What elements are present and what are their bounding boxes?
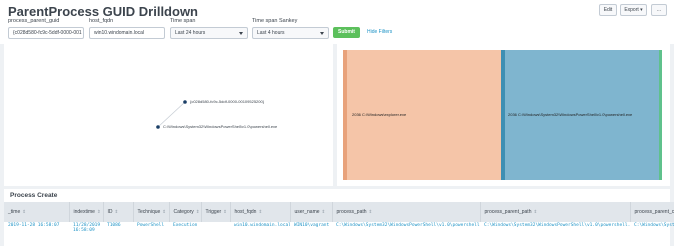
edit-button[interactable]: Edit xyxy=(599,4,617,16)
host-input[interactable]: win10.windomain.local xyxy=(89,27,165,39)
sort-icon: ⇕ xyxy=(114,209,119,214)
table-cell[interactable]: 11/28/2019 16:58:09 xyxy=(69,222,103,242)
table-cell[interactable]: 2019-11-28 16:58:07 xyxy=(4,222,69,242)
submit-button[interactable]: Submit xyxy=(333,27,360,38)
sort-icon: ⇕ xyxy=(162,209,167,214)
table-cell[interactable]: win10.windomain.local xyxy=(230,222,290,242)
column-header[interactable]: process_path ⇕ xyxy=(332,202,481,222)
graph-node-guid xyxy=(183,100,187,104)
dashboard-header: ParentProcess GUID Drilldown Edit Export… xyxy=(0,0,674,44)
timespan-value: Last 24 hours xyxy=(175,30,206,36)
sankey-target-label: 2036 C:\Windows\System32\WindowsPowerShe… xyxy=(508,112,633,117)
graph-node-guid-label: {c028d580-fc9c-5ddf-0000-00109525200} xyxy=(190,99,265,104)
column-header[interactable]: Category ⇕ xyxy=(169,202,202,222)
chevron-down-icon: ▾ xyxy=(640,7,643,13)
table-cell[interactable]: Execution xyxy=(169,222,201,242)
sankey-edge-bar xyxy=(659,50,662,180)
sort-icon: ⇕ xyxy=(96,209,101,214)
sort-icon: ⇕ xyxy=(195,209,200,214)
column-header[interactable]: host_fqdn ⇕ xyxy=(230,202,291,222)
column-header[interactable]: _time ⇕ xyxy=(4,202,70,222)
process-graph[interactable] xyxy=(4,44,333,186)
column-header[interactable]: user_name ⇕ xyxy=(290,202,333,222)
table-cell[interactable] xyxy=(201,222,230,242)
column-header[interactable]: process_parent_comm xyxy=(630,202,674,222)
chevron-down-icon xyxy=(239,32,243,35)
guid-label: process_parent_guid xyxy=(8,18,60,24)
sort-icon: ⇕ xyxy=(533,209,538,214)
column-header[interactable]: ID ⇕ xyxy=(103,202,134,222)
table-cell[interactable]: C:\Windows\System32\WindowsPowerShell\v1… xyxy=(332,222,480,242)
process-graph-panel: {c028d580-fc9c-5ddf-0000-00109525200} C:… xyxy=(4,44,333,186)
sort-icon: ⇕ xyxy=(258,209,263,214)
sankey-source-node xyxy=(343,50,347,180)
table-row[interactable]: 2019-11-28 16:58:07 11/28/2019 16:58:09 … xyxy=(4,222,674,242)
table-cell[interactable]: C:\Windows\System32\Win xyxy=(630,222,674,242)
sankey-target-node xyxy=(501,50,505,180)
dashboard-body: {c028d580-fc9c-5ddf-0000-00109525200} C:… xyxy=(0,44,674,246)
column-header[interactable]: indextime ⇕ xyxy=(69,202,104,222)
timespan-select[interactable]: Last 24 hours xyxy=(170,27,248,39)
process-create-table: _time ⇕ indextime ⇕ ID ⇕ Technique ⇕ Categor… xyxy=(4,202,674,242)
sankey-timespan-label: Time span Sankey xyxy=(252,18,298,24)
column-header[interactable]: Technique ⇕ xyxy=(133,202,170,222)
process-create-panel: Process Create _time ⇕ indextime ⇕ ID ⇕ Tec… xyxy=(4,189,674,246)
timespan-label: Time span xyxy=(170,18,196,24)
sort-icon: ⇕ xyxy=(223,209,227,214)
graph-node-powershell-label: C:\Windows\System32\WindowsPowerShell\v1… xyxy=(163,124,278,129)
panel-title: Process Create xyxy=(10,192,58,199)
sort-icon: ⇕ xyxy=(22,209,27,214)
column-header[interactable]: Trigger ⇕ xyxy=(201,202,231,222)
sankey-timespan-value: Last 4 hours xyxy=(257,30,285,36)
table-cell[interactable]: T1086 xyxy=(103,222,133,242)
sankey-source-label: 2036 C:\Windows\explorer.exe xyxy=(352,112,407,117)
table-header-row: _time ⇕ indextime ⇕ ID ⇕ Technique ⇕ Categor… xyxy=(4,202,674,222)
export-label: Export xyxy=(624,7,639,13)
page-title: ParentProcess GUID Drilldown xyxy=(8,4,198,19)
graph-node-powershell xyxy=(156,125,160,129)
host-label: host_fqdn xyxy=(89,18,114,24)
more-button[interactable]: ... xyxy=(651,4,667,16)
export-button[interactable]: Export ▾ xyxy=(620,4,647,16)
column-header[interactable]: process_parent_path ⇕ xyxy=(480,202,631,222)
sankey-timespan-select[interactable]: Last 4 hours xyxy=(252,27,329,39)
hide-filters-link[interactable]: Hide Filters xyxy=(367,29,392,35)
chevron-down-icon xyxy=(320,32,324,35)
guid-input[interactable]: {c028d580-fc9c-5ddf-0000-001 xyxy=(8,27,84,39)
sort-icon: ⇕ xyxy=(321,209,326,214)
table-cell[interactable]: PowerShell xyxy=(133,222,169,242)
sort-icon: ⇕ xyxy=(368,209,373,214)
sankey-panel: 2036 C:\Windows\explorer.exe 2036 C:\Win… xyxy=(337,44,670,186)
table-cell[interactable]: WIN10\vagrant xyxy=(290,222,332,242)
table-cell[interactable]: C:\Windows\System32\WindowsPowerShell\v1… xyxy=(480,222,630,242)
